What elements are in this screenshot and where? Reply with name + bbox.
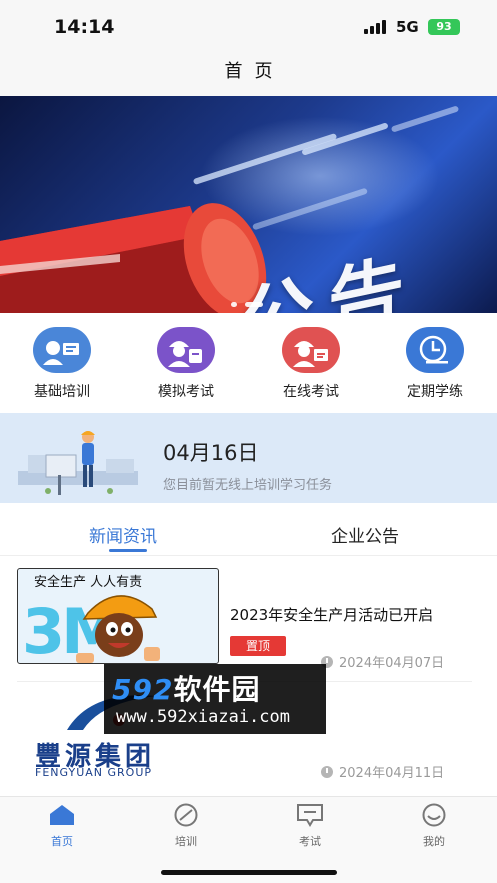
tabbar-label: 我的 [423,835,445,848]
quick-action-label: 定期学练 [407,384,463,400]
tabbar-item-exam[interactable]: 考试 [270,803,350,849]
content-tabs: 新闻资讯 企业公告 [0,510,497,556]
status-bar: 14:14 5G 93 [0,0,497,52]
task-date: 04月16日 [163,441,259,465]
tabbar-label: 考试 [299,835,321,848]
worker-illustration [18,431,138,495]
compass-icon [171,803,201,827]
tabbar-item-training[interactable]: 培训 [146,803,226,849]
banner-carousel[interactable]: 公告 [0,96,497,313]
battery-icon: 93 [428,19,460,35]
nav-bar: 首页 [0,52,497,96]
pinned-badge: 置顶 [230,636,286,656]
safety-mascot-icon [76,595,160,663]
quick-action-label: 模拟考试 [158,384,214,400]
news-date: 2024年04月07日 [321,652,444,671]
tabbar-label: 首页 [51,835,73,848]
message-exam-icon [295,803,325,827]
page-title: 首页 [224,61,285,82]
network-label: 5G [396,18,419,36]
tabbar-label: 培训 [175,835,197,848]
news-thumbnail: 安全生产 人人有责 3M [17,568,219,664]
tabbar-item-home[interactable]: 首页 [22,803,102,849]
quick-action-label: 在线考试 [283,384,339,400]
quick-action-online-exam[interactable]: 在线考试 [256,327,366,401]
status-time: 14:14 [54,16,115,38]
quick-action-basic-training[interactable]: 基础培训 [7,327,117,401]
home-indicator [161,870,337,875]
tab-news[interactable]: 新闻资讯 [89,522,157,547]
quick-actions: 基础培训 模拟考试 在线考试 定期学练 [0,313,497,405]
clock-icon [406,327,464,373]
task-card[interactable]: 04月16日 您目前暂无线上培训学习任务 [0,413,497,503]
tabbar-item-profile[interactable]: 我的 [394,803,474,849]
task-description: 您目前暂无线上培训学习任务 [163,478,333,493]
clock-icon [321,766,333,778]
home-icon [47,803,77,827]
worker-online-exam-icon [282,327,340,373]
signal-icon [364,20,390,34]
quick-action-regular-practice[interactable]: 定期学练 [380,327,490,401]
watermark-url: www.592xiazai.com [116,707,290,727]
news-date-text: 2024年04月07日 [339,656,445,671]
quick-action-label: 基础培训 [34,384,90,400]
watermark-logo-number: 592 [112,673,174,706]
watermark-logo-text: 软件园 [173,673,261,706]
tab-active-indicator [109,549,147,552]
watermark-overlay: 592软件园 www.592xiazai.com [104,664,326,734]
carousel-indicator [231,302,267,308]
news-date-text: 2024年04月11日 [339,766,445,781]
news-title: 2023年安全生产月活动已开启 [230,606,434,624]
teacher-board-icon [33,327,91,373]
watermark-logo: 592软件园 [112,668,260,708]
company-logo-en: FENGYUAN GROUP [35,766,153,779]
news-date: 2024年04月11日 [321,762,444,781]
smiley-profile-icon [419,803,449,827]
worker-mock-exam-icon [157,327,215,373]
quick-action-mock-exam[interactable]: 模拟考试 [131,327,241,401]
tab-company-notice[interactable]: 企业公告 [331,522,399,547]
